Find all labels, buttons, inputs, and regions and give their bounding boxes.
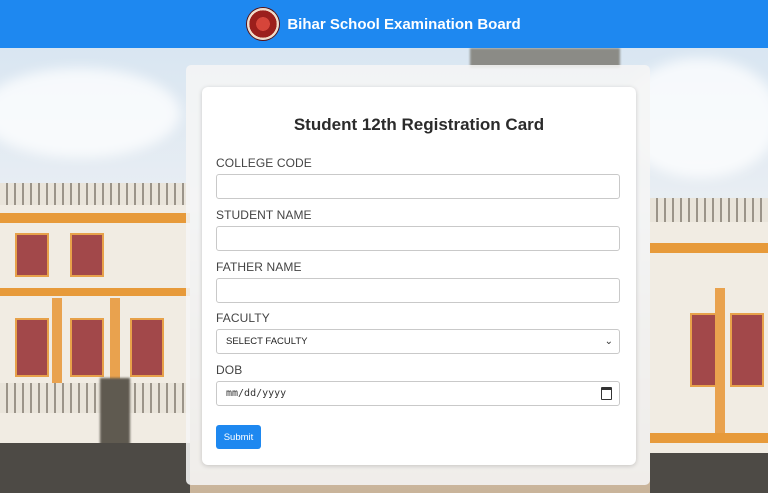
faculty-select[interactable]: SELECT FACULTY ⌄ bbox=[216, 329, 620, 354]
top-header-bar: Bihar School Examination Board bbox=[0, 0, 768, 48]
student-name-input[interactable] bbox=[216, 226, 620, 251]
college-code-label: COLLEGE CODE bbox=[216, 156, 312, 170]
faculty-selected-value: SELECT FACULTY bbox=[226, 336, 308, 347]
calendar-icon[interactable] bbox=[601, 387, 612, 400]
dob-label: DOB bbox=[216, 363, 243, 377]
header-title: Bihar School Examination Board bbox=[287, 15, 521, 33]
submit-button[interactable]: Submit bbox=[216, 425, 261, 449]
form-title: Student 12th Registration Card bbox=[293, 115, 545, 134]
dob-date-input[interactable]: mm/dd/yyyy bbox=[216, 381, 620, 406]
faculty-label: FACULTY bbox=[216, 311, 270, 325]
dob-placeholder: mm/dd/yyyy bbox=[226, 388, 287, 399]
student-name-label: STUDENT NAME bbox=[216, 208, 312, 222]
chevron-down-icon: ⌄ bbox=[604, 336, 613, 347]
father-name-label: FATHER NAME bbox=[216, 260, 302, 274]
father-name-input[interactable] bbox=[216, 278, 620, 303]
registration-form-card: Student 12th Registration Card COLLEGE C… bbox=[202, 87, 636, 465]
bseb-logo-icon bbox=[247, 8, 280, 40]
college-code-input[interactable] bbox=[216, 174, 620, 199]
